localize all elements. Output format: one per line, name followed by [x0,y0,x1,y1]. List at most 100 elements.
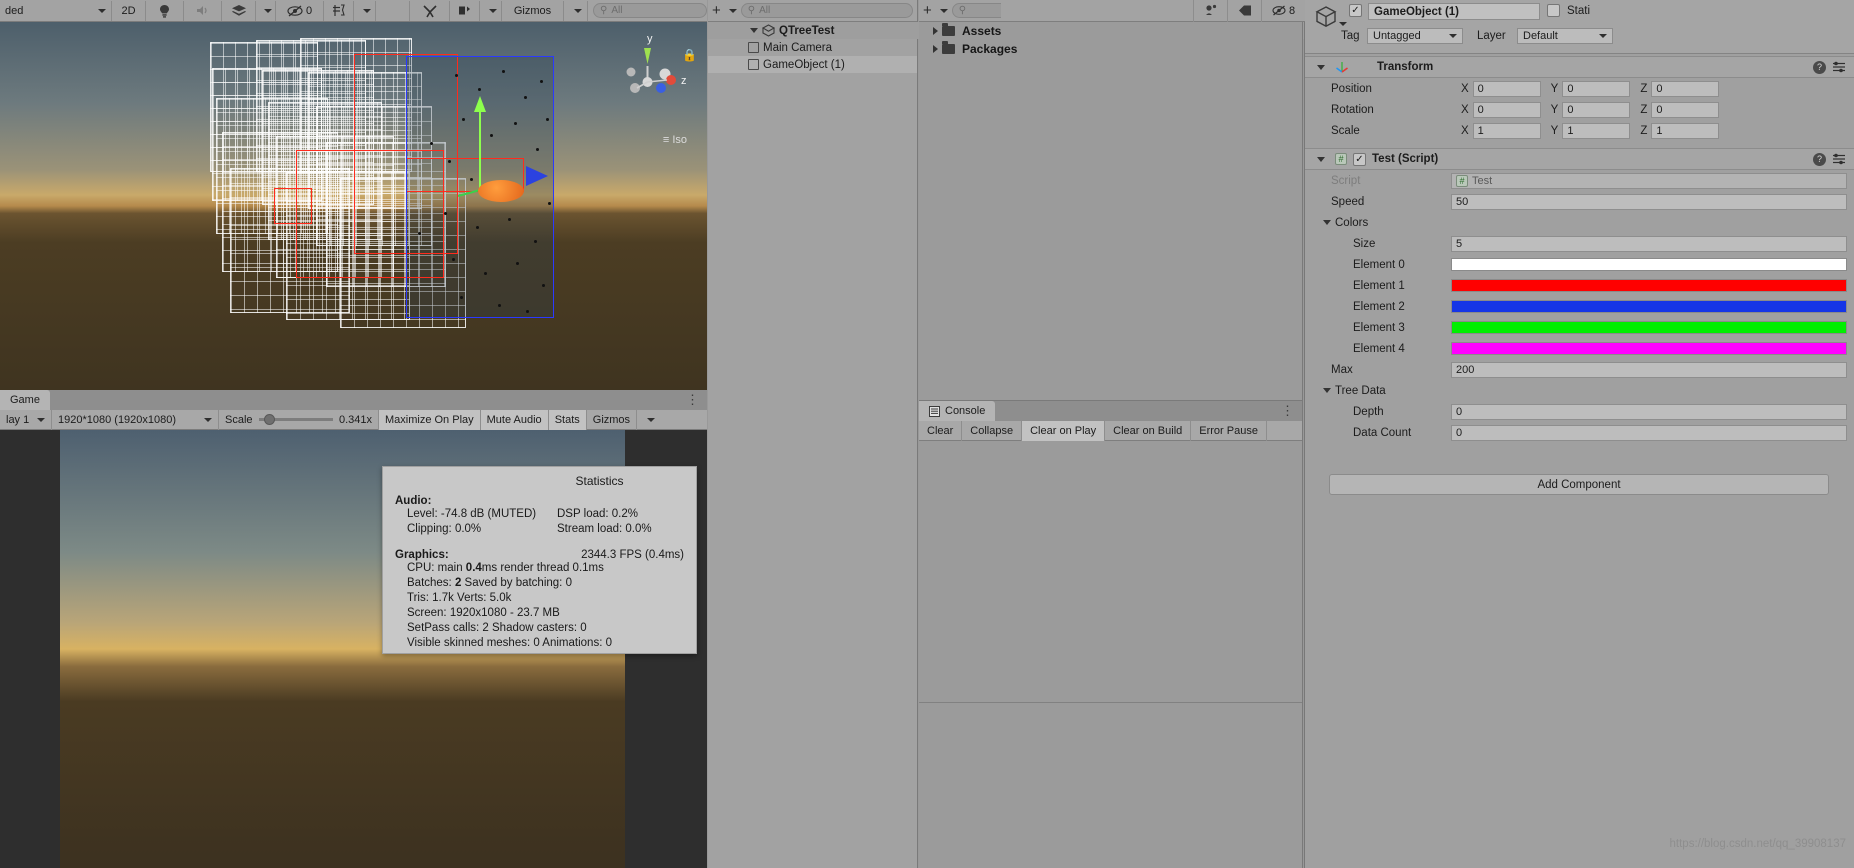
preset-icon[interactable] [1832,152,1846,166]
game-gizmos-button[interactable]: Gizmos [587,409,638,430]
scene-search-input[interactable]: ⚲ All [593,3,707,18]
resolution-dropdown[interactable]: 1920*1080 (1920x1080) [52,409,219,430]
scale-z-input[interactable]: 1 [1651,122,1720,139]
depth-input[interactable]: 0 [1451,403,1847,420]
test-script-component-header[interactable]: # ✓ Test (Script) ? [1305,148,1854,170]
mute-audio-button[interactable]: Mute Audio [480,409,549,430]
chevron-down-icon[interactable] [728,8,737,13]
colors-foldout-row[interactable]: Colors [1305,212,1854,233]
scale-slider-group[interactable]: Scale 0.341x [219,409,379,430]
console-splitter[interactable] [919,702,1302,703]
hierarchy-item-main-camera[interactable]: Main Camera [708,39,917,56]
lighting-toggle-button[interactable] [146,0,184,21]
fx-layers-button[interactable] [222,0,256,21]
layer-dropdown[interactable]: Default [1517,28,1613,44]
console-clear-on-play-button[interactable]: Clear on Play [1022,420,1106,441]
project-add-button[interactable]: + [923,3,932,18]
chevron-down-icon[interactable] [1323,388,1331,393]
add-component-button[interactable]: Add Component [1329,474,1829,495]
scale-x-input[interactable]: 1 [1472,122,1541,139]
data-count-input[interactable]: 0 [1451,424,1847,441]
cpu-pre: CPU: main [407,562,466,574]
element-2-color-swatch[interactable] [1451,300,1847,313]
fx-layers-dropdown[interactable] [256,0,276,21]
tree-data-foldout-row[interactable]: Tree Data [1305,380,1854,401]
position-x-input[interactable]: 0 [1472,80,1541,97]
script-object-field[interactable]: # Test [1451,172,1847,189]
shading-mode-dropdown[interactable]: ded [0,0,112,21]
hierarchy-item-gameobject-1[interactable]: GameObject (1) [708,56,917,73]
audio-toggle-button[interactable] [184,0,222,21]
gameobject-name-input[interactable]: GameObject (1) [1368,3,1540,20]
visibility-count: 8 [1288,4,1296,17]
tag-dropdown[interactable]: Untagged [1367,28,1463,44]
chevron-down-icon[interactable] [1339,22,1347,26]
transform-component-header[interactable]: Transform ? [1305,56,1854,78]
console-collapse-button[interactable]: Collapse [962,420,1023,441]
scale-y-input[interactable]: 1 [1562,122,1631,139]
chevron-down-icon[interactable] [1323,220,1331,225]
position-z-input[interactable]: 0 [1651,80,1720,97]
rotation-y-input[interactable]: 0 [1562,101,1631,118]
scale-slider-knob[interactable] [263,414,275,425]
element-3-color-swatch[interactable] [1451,321,1847,334]
tab-console[interactable]: Console [919,401,996,421]
camera-settings-button[interactable] [324,0,354,21]
project-item-packages[interactable]: Packages [919,40,1302,58]
element-4-color-swatch[interactable] [1451,342,1847,355]
preset-icon[interactable] [1832,60,1846,74]
check-icon: ✓ [1355,153,1364,165]
rotation-z-input[interactable]: 0 [1651,101,1720,118]
chevron-down-icon[interactable] [750,28,758,33]
scale-slider[interactable] [258,414,333,425]
chevron-right-icon[interactable] [933,45,938,53]
element-1-color-swatch[interactable] [1451,279,1847,292]
static-checkbox[interactable] [1547,4,1560,17]
tab-game[interactable]: Game [0,390,50,410]
stats-button[interactable]: Stats [548,409,587,430]
tools-button[interactable] [410,0,450,21]
chevron-down-icon[interactable] [1317,156,1325,162]
scene-orientation-gizmo[interactable]: y z [617,30,693,116]
max-input[interactable]: 200 [1451,361,1847,378]
size-input[interactable]: 5 [1451,235,1847,252]
console-log-list[interactable] [919,441,1302,868]
hierarchy-search-input[interactable]: ⚲ All [740,3,913,18]
lock-icon[interactable] [1193,0,1227,22]
display-dropdown[interactable]: lay 1 [0,409,52,430]
game-view-options-icon[interactable]: ⋮ [686,392,699,408]
speed-input[interactable]: 50 [1451,193,1847,210]
visibility-icon[interactable]: 8 [1261,0,1305,22]
position-y-input[interactable]: 0 [1562,80,1631,97]
tag-icon[interactable] [1227,0,1261,22]
test-script-enabled-checkbox[interactable]: ✓ [1353,152,1366,166]
scene-visibility-button[interactable]: 0 [276,0,324,21]
grid-snap-dropdown[interactable] [480,0,502,21]
hierarchy-add-button[interactable]: + [712,3,721,18]
selected-object-mesh[interactable] [478,180,524,202]
scene-view-viewport[interactable]: y z 🔒 ≡ Iso [0,22,707,390]
help-icon[interactable]: ? [1813,152,1826,166]
scene-projection-label[interactable]: ≡ Iso [663,134,687,146]
console-clear-button[interactable]: Clear [919,420,963,441]
console-error-pause-button[interactable]: Error Pause [1191,420,1267,441]
project-item-assets[interactable]: Assets [919,22,1302,40]
gizmos-dropdown[interactable] [564,0,588,21]
help-icon[interactable]: ? [1813,60,1826,74]
console-options-icon[interactable]: ⋮ [1281,403,1294,419]
size-value: 5 [1456,237,1463,250]
chevron-down-icon[interactable] [939,8,948,13]
game-gizmos-dropdown[interactable] [637,410,661,430]
gameobject-enabled-checkbox[interactable]: ✓ [1349,4,1362,17]
chevron-down-icon[interactable] [1317,64,1325,70]
gizmos-button[interactable]: Gizmos [502,0,564,21]
console-clear-on-build-button[interactable]: Clear on Build [1105,420,1192,441]
toggle-2d-button[interactable]: 2D [112,0,146,21]
grid-snap-button[interactable] [450,0,480,21]
maximize-on-play-button[interactable]: Maximize On Play [379,409,481,430]
chevron-right-icon[interactable] [933,27,938,35]
element-0-color-swatch[interactable] [1451,258,1847,271]
camera-settings-dropdown[interactable] [354,0,376,21]
rotation-x-input[interactable]: 0 [1472,101,1541,118]
scene-lock-icon[interactable]: 🔒 [682,48,697,62]
